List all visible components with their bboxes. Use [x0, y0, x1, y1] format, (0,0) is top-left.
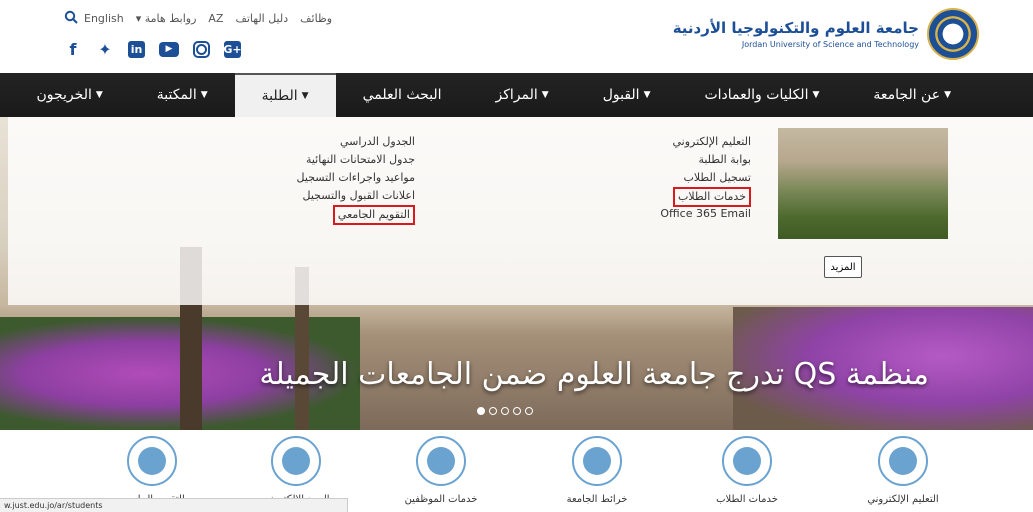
brand-name-english: Jordan University of Science and Technol…	[741, 40, 919, 49]
nav-research[interactable]: البحث العلمي	[336, 73, 469, 117]
jobs-link[interactable]: وظائف	[300, 12, 332, 25]
university-logo[interactable]	[927, 8, 979, 60]
menu-link-university-calendar[interactable]: التقويم الجامعي	[332, 205, 415, 225]
chevron-down-icon: ▼	[541, 90, 549, 100]
elearning-icon	[878, 436, 928, 486]
quick-link-student-services[interactable]: خدمات الطلاب	[687, 436, 807, 505]
people-icon	[416, 436, 466, 486]
google-plus-icon[interactable]: G+	[223, 40, 242, 58]
map-pin-icon	[572, 436, 622, 486]
slider-dot[interactable]	[477, 407, 485, 415]
facebook-icon[interactable]: f	[64, 40, 82, 59]
students-dropdown-menu: التعليم الإلكتروني بوابة الطلبة تسجيل ال…	[8, 117, 1033, 305]
nav-faculties[interactable]: الكليات والعمادات ▼	[677, 73, 846, 117]
quick-link-campus-map[interactable]: خرائط الجامعة	[537, 436, 657, 505]
menu-link-student-services[interactable]: خدمات الطلاب	[672, 187, 751, 207]
chevron-down-icon: ▼	[95, 90, 103, 100]
menu-link[interactable]: الجدول الدراسي	[297, 133, 415, 151]
slider-dot[interactable]	[489, 407, 497, 415]
menu-link[interactable]: التعليم الإلكتروني	[660, 133, 752, 151]
quick-link-elearning[interactable]: التعليم الإلكتروني	[843, 436, 963, 505]
slider-dots	[477, 407, 533, 415]
slider-dot[interactable]	[525, 407, 533, 415]
az-link[interactable]: AZ	[208, 12, 223, 25]
hero-title[interactable]: منظمة QS تدرج جامعة العلوم ضمن الجامعات …	[259, 357, 929, 392]
main-nav: عن الجامعة ▼ الكليات والعمادات ▼ القبول ▼ ا…	[0, 73, 1033, 117]
chevron-down-icon: ▼	[200, 90, 208, 100]
chevron-down-icon: ▾	[135, 12, 145, 25]
chevron-down-icon: ▼	[812, 90, 820, 100]
menu-link[interactable]: بوابة الطلبة	[660, 151, 751, 169]
instagram-icon[interactable]	[193, 40, 210, 58]
social-links: f ✦ in ▶ G+	[64, 40, 242, 59]
top-links: English ▾ روابط هامة AZ دليل الهاتف وظائ…	[84, 12, 332, 25]
slider-dot[interactable]	[501, 407, 509, 415]
student-icon	[722, 436, 772, 486]
nav-students[interactable]: الطلبة ▼	[234, 73, 336, 117]
chevron-down-icon: ▼	[643, 90, 651, 100]
chevron-down-icon: ▼	[944, 90, 951, 100]
menu-link[interactable]: جدول الامتحانات النهائية	[297, 151, 415, 169]
linkedin-icon[interactable]: in	[128, 40, 145, 58]
browser-status-url: w.just.edu.jo/ar/students	[0, 498, 348, 512]
brand[interactable]: جامعة العلوم والتكنولوجيا الأردنية Jorda…	[673, 8, 979, 60]
search-icon[interactable]	[64, 10, 78, 24]
nav-admission[interactable]: القبول ▼	[576, 73, 678, 117]
more-button[interactable]: المزيد	[824, 256, 862, 278]
quick-link-email[interactable]: البريد الالكتروني	[236, 436, 356, 505]
calendar-icon	[127, 436, 177, 486]
quick-link-staff-services[interactable]: خدمات الموظفين	[381, 436, 501, 505]
slider-dot[interactable]	[513, 407, 521, 415]
nav-library[interactable]: المكتبة ▼	[130, 73, 235, 117]
nav-about[interactable]: عن الجامعة ▼	[846, 73, 978, 117]
quick-link-calendar[interactable]: التقويم الجامعي	[92, 436, 212, 505]
menu-column: الجدول الدراسي جدول الامتحانات النهائية …	[297, 133, 415, 225]
site-header: English ▾ روابط هامة AZ دليل الهاتف وظائ…	[0, 0, 1033, 73]
phone-directory-link[interactable]: دليل الهاتف	[235, 12, 288, 25]
important-links[interactable]: ▾ روابط هامة	[136, 12, 197, 25]
menu-link[interactable]: مواعيد واجراءات التسجيل	[297, 169, 415, 187]
brand-text: جامعة العلوم والتكنولوجيا الأردنية Jorda…	[673, 19, 919, 49]
email-icon	[271, 436, 321, 486]
english-link[interactable]: English	[84, 12, 124, 25]
youtube-icon[interactable]: ▶	[159, 41, 179, 57]
menu-link[interactable]: Office 365 Email	[660, 205, 751, 223]
chevron-down-icon: ▼	[301, 91, 309, 101]
nav-alumni[interactable]: الخريجون ▼	[9, 73, 129, 117]
menu-column: التعليم الإلكتروني بوابة الطلبة تسجيل ال…	[660, 133, 751, 223]
brand-name-arabic: جامعة العلوم والتكنولوجيا الأردنية	[672, 19, 919, 37]
menu-link[interactable]: اعلانات القبول والتسجيل	[297, 187, 415, 205]
menu-link[interactable]: تسجيل الطلاب	[660, 169, 751, 187]
menu-photo	[778, 128, 948, 239]
twitter-icon[interactable]: ✦	[96, 40, 114, 59]
nav-centers[interactable]: المراكز ▼	[469, 73, 576, 117]
